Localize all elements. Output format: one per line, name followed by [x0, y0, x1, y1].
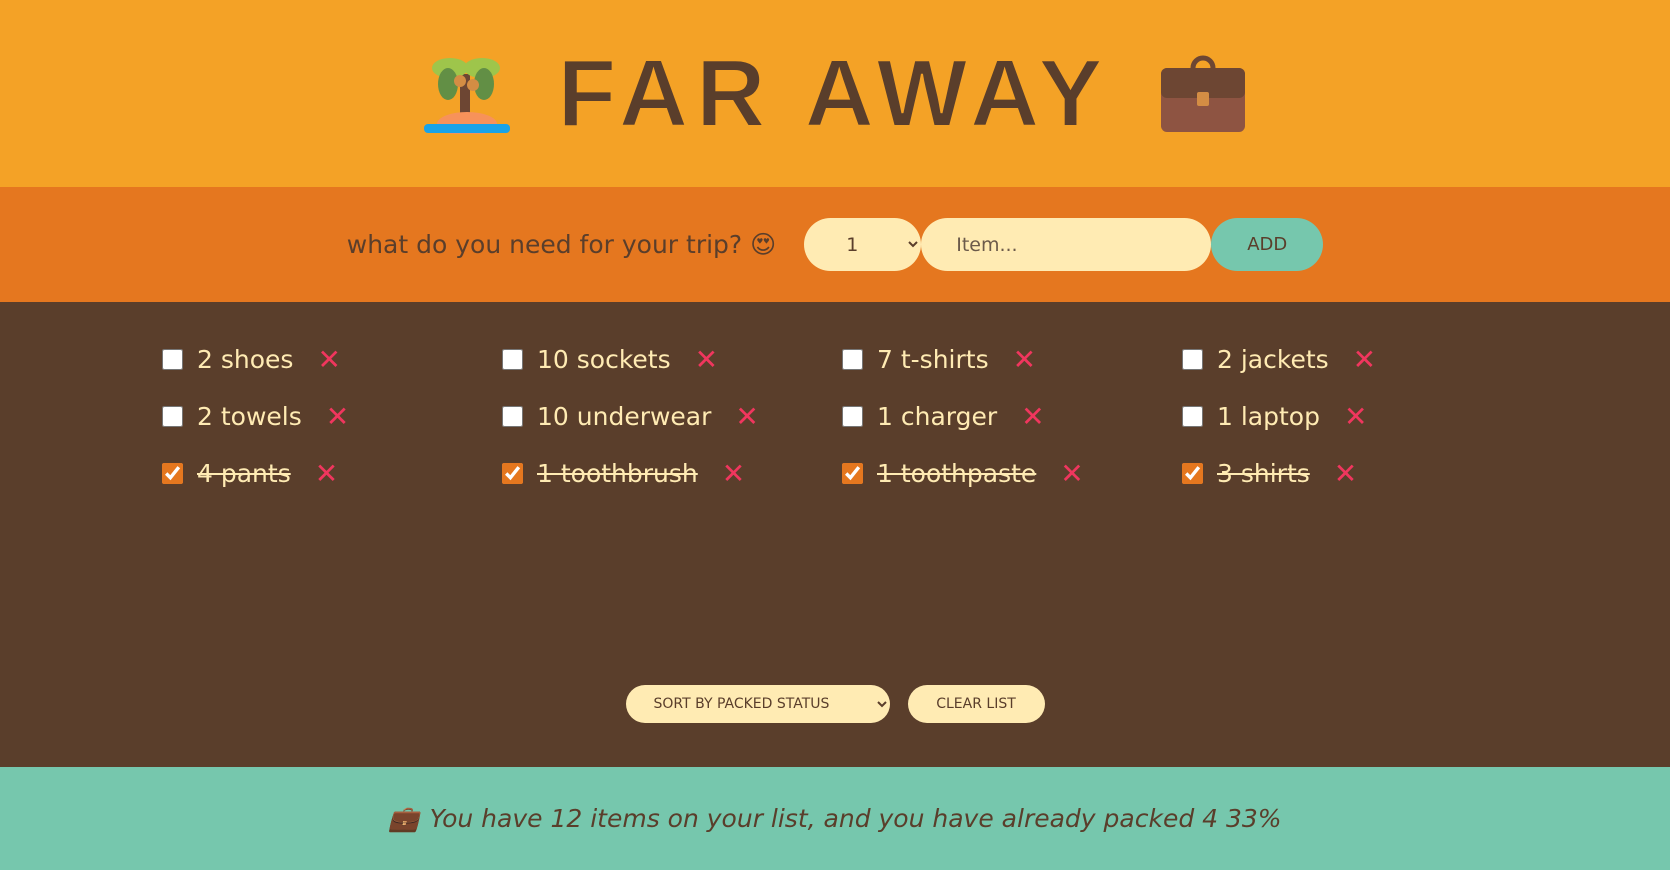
- item-label: 10 underwear: [537, 402, 712, 431]
- list-item: 1 laptop ✕: [1182, 399, 1522, 434]
- packed-checkbox[interactable]: [502, 463, 523, 484]
- briefcase-icon: 💼: [388, 803, 420, 833]
- delete-icon[interactable]: ✕: [695, 343, 718, 376]
- item-label: 2 jackets: [1217, 345, 1329, 374]
- item-label: 1 toothbrush: [537, 459, 698, 488]
- packed-checkbox[interactable]: [162, 349, 183, 370]
- list-item: 10 sockets ✕: [502, 342, 842, 377]
- list-item: 4 pants ✕: [162, 456, 502, 491]
- delete-icon[interactable]: ✕: [1353, 343, 1376, 376]
- packed-checkbox[interactable]: [162, 463, 183, 484]
- delete-icon[interactable]: ✕: [326, 400, 349, 433]
- item-label: 1 laptop: [1217, 402, 1320, 431]
- list-item: 1 toothbrush ✕: [502, 456, 842, 491]
- item-label: 1 toothpaste: [877, 459, 1037, 488]
- palm-island-icon: [423, 57, 510, 134]
- add-item-form: what do you need for your trip? 😍 1 ADD: [0, 187, 1670, 302]
- list-item: 7 t-shirts ✕: [842, 342, 1182, 377]
- stats-text: You have 12 items on your list, and you …: [429, 804, 1282, 833]
- item-label: 2 towels: [197, 402, 302, 431]
- add-button[interactable]: ADD: [1211, 218, 1324, 271]
- packed-checkbox[interactable]: [1182, 349, 1203, 370]
- list-item: 2 shoes ✕: [162, 342, 502, 377]
- packed-checkbox[interactable]: [1182, 406, 1203, 427]
- delete-icon[interactable]: ✕: [1013, 343, 1036, 376]
- app-title: FAR AWAY: [557, 39, 1111, 147]
- list-item: 2 jackets ✕: [1182, 342, 1522, 377]
- item-input[interactable]: [921, 218, 1212, 271]
- form-question: what do you need for your trip? 😍: [346, 230, 777, 259]
- packed-checkbox[interactable]: [502, 406, 523, 427]
- item-label: 1 charger: [877, 402, 998, 431]
- packed-checkbox[interactable]: [1182, 463, 1203, 484]
- packed-checkbox[interactable]: [842, 406, 863, 427]
- delete-icon[interactable]: ✕: [1334, 457, 1357, 490]
- item-label: 2 shoes: [197, 345, 294, 374]
- packed-checkbox[interactable]: [842, 463, 863, 484]
- packed-checkbox[interactable]: [162, 406, 183, 427]
- item-label: 10 sockets: [537, 345, 671, 374]
- quantity-select[interactable]: 1: [804, 218, 922, 271]
- packed-checkbox[interactable]: [502, 349, 523, 370]
- list-item: 1 toothpaste ✕: [842, 456, 1182, 491]
- item-label: 4 pants: [197, 459, 291, 488]
- packing-list: 2 shoes ✕ 10 sockets ✕ 7 t-shirts ✕ 2 jackets ✕…: [0, 302, 1670, 767]
- delete-icon[interactable]: ✕: [315, 457, 338, 490]
- delete-icon[interactable]: ✕: [735, 400, 758, 433]
- item-label: 7 t-shirts: [877, 345, 989, 374]
- briefcase-icon: [1160, 55, 1245, 132]
- clear-list-button[interactable]: CLEAR LIST: [907, 685, 1045, 723]
- list-item: 2 towels ✕: [162, 399, 502, 434]
- list-item: 3 shirts ✕: [1182, 456, 1522, 491]
- delete-icon[interactable]: ✕: [1060, 457, 1083, 490]
- header: FAR AWAY: [0, 0, 1670, 187]
- delete-icon[interactable]: ✕: [317, 343, 340, 376]
- sort-select[interactable]: SORT BY PACKED STATUS: [625, 685, 890, 723]
- delete-icon[interactable]: ✕: [722, 457, 745, 490]
- delete-icon[interactable]: ✕: [1021, 400, 1044, 433]
- delete-icon[interactable]: ✕: [1344, 400, 1367, 433]
- list-item: 10 underwear ✕: [502, 399, 842, 434]
- stats-footer: 💼 You have 12 items on your list, and yo…: [0, 767, 1670, 870]
- packed-checkbox[interactable]: [842, 349, 863, 370]
- list-item: 1 charger ✕: [842, 399, 1182, 434]
- item-label: 3 shirts: [1217, 459, 1310, 488]
- heart-eyes-icon: 😍: [750, 230, 777, 259]
